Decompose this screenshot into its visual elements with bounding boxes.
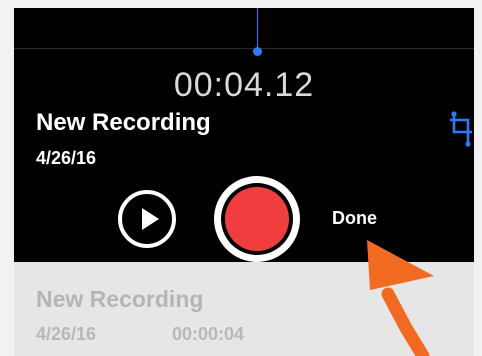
recording-date: 4/26/16 xyxy=(36,148,97,168)
play-button[interactable] xyxy=(118,190,176,248)
trim-icon[interactable] xyxy=(448,104,474,150)
list-item-duration: 00:00:04 xyxy=(172,324,245,344)
screenshot-border-left xyxy=(0,0,14,356)
elapsed-timer: 00:04.12 xyxy=(173,66,315,104)
voice-memos-screen: 00:04.12 New Recording 4/26/16 Done New … xyxy=(0,0,482,356)
record-button[interactable] xyxy=(214,176,300,262)
list-item[interactable]: New Recording 4/26/16 00:00:04 xyxy=(14,262,474,356)
play-icon xyxy=(142,208,159,230)
list-item-date: 4/26/16 xyxy=(36,324,97,344)
recording-panel: 00:04.12 New Recording 4/26/16 Done xyxy=(14,8,474,262)
list-item-title: New Recording xyxy=(36,286,204,312)
playhead-line[interactable] xyxy=(257,8,258,51)
playhead-handle[interactable] xyxy=(253,47,262,56)
recording-title[interactable]: New Recording xyxy=(36,109,211,137)
waveform-baseline xyxy=(14,48,474,49)
done-button[interactable]: Done xyxy=(332,208,377,229)
record-icon xyxy=(225,187,289,251)
screenshot-border-top xyxy=(0,0,482,8)
